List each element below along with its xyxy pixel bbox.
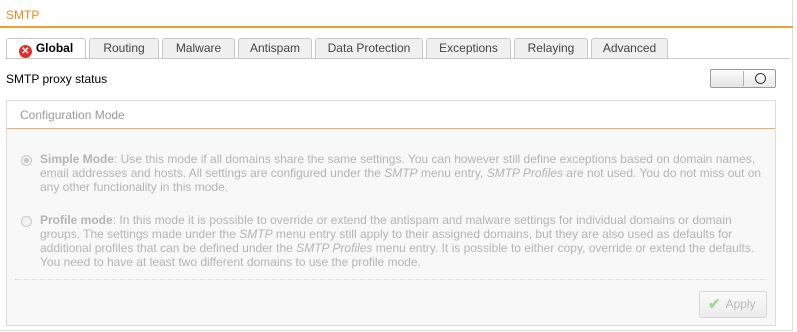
text-fragment: SMTP xyxy=(384,166,418,180)
tab-label: Relaying xyxy=(527,41,575,55)
toggle-knob xyxy=(712,71,744,86)
profile-mode-name: Profile mode xyxy=(40,213,113,227)
profile-mode-radio[interactable] xyxy=(21,216,32,227)
tab-label: Data Protection xyxy=(327,41,411,55)
tab-label: Exceptions xyxy=(439,41,498,55)
off-circle-icon xyxy=(755,73,766,84)
divider xyxy=(15,279,767,280)
configuration-mode-panel: Configuration Mode Simple Mode: Use this… xyxy=(6,100,776,326)
apply-button[interactable]: ✔ Apply xyxy=(699,291,767,318)
tab-data-protection[interactable]: Data Protection xyxy=(315,38,423,58)
tab-label: Routing xyxy=(103,41,145,55)
simple-mode-name: Simple Mode xyxy=(40,152,115,166)
tab-label: Malware xyxy=(175,41,222,55)
tab-label: Advanced xyxy=(602,41,657,55)
tab-global[interactable]: ✕ Global xyxy=(6,38,86,59)
apply-label: Apply xyxy=(725,297,756,311)
tab-advanced[interactable]: Advanced xyxy=(591,38,668,58)
text-fragment: SMTP xyxy=(239,227,273,241)
checkmark-icon: ✔ xyxy=(708,296,721,313)
tab-routing[interactable]: Routing xyxy=(89,38,159,58)
tab-malware[interactable]: Malware xyxy=(162,38,235,58)
tab-label: Antispam xyxy=(249,41,301,55)
simple-mode-description: Simple Mode: Use this mode if all domain… xyxy=(40,152,768,194)
text-fragment: SMTP Profiles xyxy=(296,241,373,255)
error-icon: ✕ xyxy=(18,45,32,58)
tab-exceptions[interactable]: Exceptions xyxy=(426,38,511,58)
tab-antispam[interactable]: Antispam xyxy=(238,38,312,58)
profile-mode-description: Profile mode: In this mode it is possibl… xyxy=(40,213,768,269)
proxy-status-toggle[interactable] xyxy=(710,69,776,88)
text-fragment: SMTP Profiles xyxy=(486,166,563,180)
panel-title: Configuration Mode xyxy=(20,108,125,122)
panel-header: Configuration Mode xyxy=(7,101,775,129)
tab-divider xyxy=(6,58,790,59)
title-bar: SMTP xyxy=(0,0,793,28)
tab-relaying[interactable]: Relaying xyxy=(514,38,588,58)
tab-label: Global xyxy=(35,41,74,55)
proxy-status-label: SMTP proxy status xyxy=(6,72,108,86)
text-fragment: menu entry, xyxy=(417,166,487,180)
page-title: SMTP xyxy=(6,8,40,22)
simple-mode-radio[interactable] xyxy=(21,155,32,166)
smtp-page: SMTP ✕ Global Routing Malware Antispam Da… xyxy=(0,0,793,331)
